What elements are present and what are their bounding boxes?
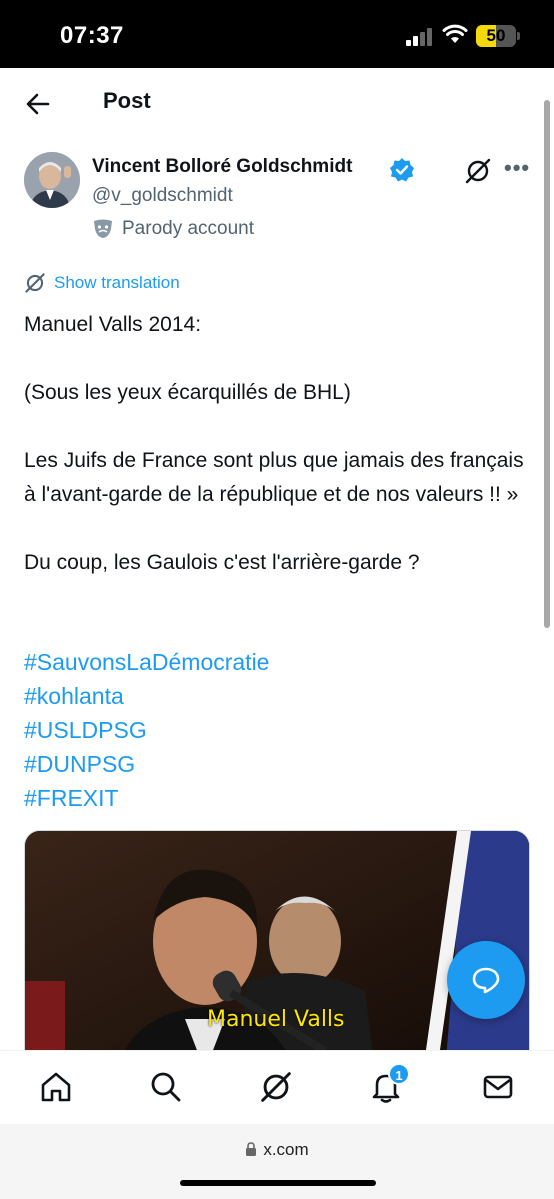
home-indicator [180,1180,376,1186]
search-icon [151,1072,181,1102]
avatar[interactable] [24,152,80,208]
post-video[interactable]: Manuel Valls [24,830,530,1070]
hashtag-link[interactable]: #kohlanta [24,679,269,713]
back-arrow-icon[interactable] [22,88,54,120]
video-caption: Manuel Valls [207,1007,345,1032]
lock-icon [246,1142,257,1156]
hashtag-link[interactable]: #FREXIT [24,781,269,815]
more-options-icon[interactable]: ••• [504,155,530,181]
avatar-image [24,152,80,208]
url-display[interactable]: x.com [0,1140,554,1160]
chat-bubble-icon [472,967,500,994]
bottom-nav [0,1050,554,1124]
signal-icon [406,28,434,46]
post-paragraph: Les Juifs de France sont plus que jamais… [24,449,524,506]
post-paragraph [24,512,534,546]
show-translation-link[interactable]: Show translation [24,272,180,294]
verified-badge-icon[interactable] [389,157,415,183]
author-handle[interactable]: @v_goldschmidt [92,185,233,207]
nav-messages[interactable] [480,1069,516,1105]
scrollbar[interactable] [544,100,550,628]
notification-badge: 1 [388,1063,410,1085]
battery-icon: 50 [476,25,516,47]
grok-icon [25,273,45,293]
hashtag-link[interactable]: #DUNPSG [24,747,269,781]
compose-message-button[interactable] [447,941,525,1019]
battery-level: 50 [486,26,506,45]
post-paragraph [24,410,534,444]
status-bar: 07:37 50 [0,0,554,68]
post-paragraph [24,580,534,614]
envelope-icon [483,1075,513,1099]
home-icon [41,1072,71,1102]
wifi-icon [442,24,468,43]
page-title: Post [103,88,151,113]
theater-mask-icon [94,219,112,238]
video-frame [25,831,529,1069]
hashtag-link[interactable]: #SauvonsLaDémocratie [24,645,269,679]
parody-label: Parody account [92,218,254,240]
post-paragraph: Du coup, les Gaulois c'est l'arrière-gar… [24,551,420,574]
grok-icon [261,1072,291,1102]
hashtag-list: #SauvonsLaDémocratie #kohlanta #USLDPSG … [24,645,269,815]
post-paragraph: (Sous les yeux écarquillés de BHL) [24,381,351,404]
show-translation-label[interactable]: Show translation [54,273,180,293]
nav-grok[interactable] [258,1069,294,1105]
author-name[interactable]: Vincent Bolloré Goldschmidt [92,156,352,178]
nav-home[interactable] [38,1069,74,1105]
url-text: x.com [263,1140,309,1159]
status-time: 07:37 [60,22,124,49]
browser-url-bar[interactable]: x.com [0,1124,554,1199]
nav-search[interactable] [148,1069,184,1105]
post-text: Manuel Valls 2014: (Sous les yeux écarqu… [24,308,534,614]
parody-label-text: Parody account [122,218,255,239]
app-header: Post [0,68,554,140]
grok-icon[interactable] [464,157,492,185]
hashtag-link[interactable]: #USLDPSG [24,713,269,747]
post-paragraph [24,342,534,376]
post-paragraph: Manuel Valls 2014: [24,313,202,336]
